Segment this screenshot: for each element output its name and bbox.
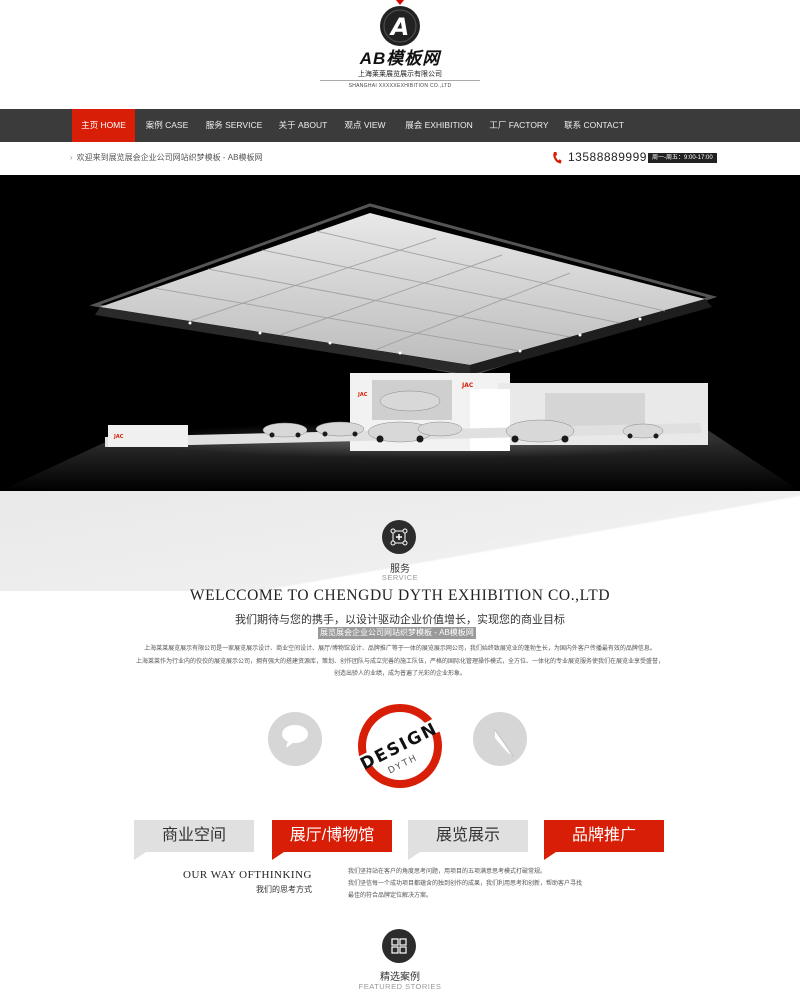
- featured-icon: [382, 929, 416, 963]
- tab-tail: [544, 852, 556, 860]
- business-hours: 周一-周五：9:00-17:00: [648, 153, 717, 163]
- tab-exhibition-display[interactable]: 展览展示: [408, 820, 528, 852]
- nav-item-service[interactable]: 服务 SERVICE: [203, 109, 265, 142]
- welcome-text: › 欢迎来到展览展会企业公司网站织梦模板 - AB模板网: [70, 152, 262, 163]
- chevron-right-icon: ›: [70, 153, 73, 162]
- service-icon: [382, 520, 416, 554]
- company-name-en: SHANGHAI XXXXXEXHIBITION CO.,LTD: [320, 80, 480, 89]
- design-badge-graphic: DESIGN DYTH: [348, 704, 454, 788]
- logo-notch: [396, 0, 404, 5]
- service-heading: WELCCOME TO CHENGDU DYTH EXHIBITION CO.,…: [189, 587, 611, 604]
- tab-tail: [408, 852, 420, 860]
- tab-tail: [134, 852, 146, 860]
- main-nav: 主页 HOME 案例 CASE 服务 SERVICE 关于 ABOUT 观点 V…: [0, 109, 800, 142]
- phone-number[interactable]: 13588889999: [568, 150, 647, 164]
- info-bar: › 欢迎来到展览展会企业公司网站织梦模板 - AB模板网 13588889999 …: [0, 142, 800, 174]
- featured-subtitle: FEATURED STORIES: [358, 982, 442, 991]
- speech-circle[interactable]: [268, 712, 322, 766]
- pen-circle[interactable]: [473, 712, 527, 766]
- svg-text:A: A: [389, 13, 410, 41]
- hero-banner[interactable]: JAC JAC JAC: [0, 175, 800, 491]
- logo-header: A AB模板网 上海莱莱展览展示有限公司 SHANGHAI XXXXXEXHIB…: [0, 0, 800, 108]
- svg-text:JAC: JAC: [113, 434, 124, 440]
- svg-text:JAC: JAC: [461, 382, 474, 389]
- company-name-cn: 上海莱莱展览展示有限公司: [358, 71, 442, 78]
- nav-item-home[interactable]: 主页 HOME: [72, 109, 135, 142]
- way-title-cn: 我们的思考方式: [256, 885, 312, 894]
- speech-bubble-icon: [282, 725, 308, 748]
- way-line: 我们坚信每一个成功项目都蕴含的独到创作的成果，我们利用思考和创新，帮助客户寻找: [348, 881, 583, 887]
- pen-nib-icon: [494, 729, 514, 757]
- service-body: 上海莱莱展览展示有限公司是一家展览展示设计、商业空间设计、展厅/博物馆设计、品牌…: [110, 643, 690, 681]
- service-body-line: 上海莱莱作为行业内的佼佼的展览展示公司，拥有强大的搭建资源库，策划、创作团队与成…: [135, 658, 664, 665]
- exhibition-booth-image: JAC JAC JAC: [0, 175, 800, 491]
- nav-item-about[interactable]: 关于 ABOUT: [275, 109, 331, 142]
- service-subtitle: SERVICE: [381, 573, 419, 582]
- nav-item-case[interactable]: 案例 CASE: [141, 109, 193, 142]
- svg-text:JAC: JAC: [357, 392, 368, 398]
- network-icon: [390, 528, 408, 546]
- way-title-en: OUR WAY OFTHINKING: [183, 869, 312, 881]
- phone-icon: [553, 152, 562, 164]
- featured-title: 精选案例: [380, 972, 420, 983]
- tab-commercial-space[interactable]: 商业空间: [134, 820, 254, 852]
- brand-name: AB模板网: [359, 49, 441, 68]
- nav-item-exhibition[interactable]: 展会 EXHIBITION: [403, 109, 475, 142]
- nav-item-factory[interactable]: 工厂 FACTORY: [487, 109, 551, 142]
- logo-mark[interactable]: A: [380, 6, 420, 46]
- tab-brand-promotion[interactable]: 品牌推广: [544, 820, 664, 852]
- logo-a-icon: A: [381, 7, 419, 45]
- nav-item-contact[interactable]: 联系 CONTACT: [563, 109, 625, 142]
- service-body-line: 创造出骄人的业绩，成为普遍了光彩的企业形象。: [333, 671, 466, 677]
- way-line: 我们坚持站在客户的角度思考问题，用项目的五项满意思考模式打破常规。: [348, 869, 547, 875]
- tab-tail: [272, 852, 284, 860]
- service-highlight: 展览展会企业公司网站织梦模板 - AB模板网: [318, 627, 476, 639]
- way-description: 我们坚持站在客户的角度思考问题，用项目的五项满意思考模式打破常规。 我们坚信每一…: [348, 866, 628, 902]
- service-slogan: 我们期待与您的携手，以设计驱动企业价值增长，实现您的商业目标: [235, 614, 565, 626]
- grid-icon: [391, 938, 407, 954]
- service-body-line: 上海莱莱展览展示有限公司是一家展览展示设计、商业空间设计、展厅/博物馆设计、品牌…: [144, 646, 656, 652]
- welcome-label: 欢迎来到展览展会企业公司网站织梦模板 - AB模板网: [76, 153, 263, 162]
- tab-exhibition-hall[interactable]: 展厅/博物馆: [272, 820, 392, 852]
- nav-item-view[interactable]: 观点 VIEW: [341, 109, 389, 142]
- design-badge: DESIGN DYTH: [340, 692, 460, 792]
- way-line: 最佳的符合品牌定位解决方案。: [348, 893, 433, 899]
